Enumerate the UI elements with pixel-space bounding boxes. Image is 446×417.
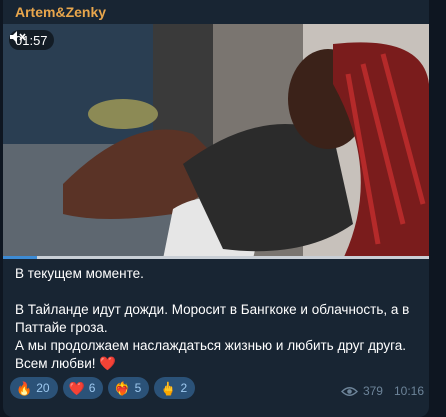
eye-icon (340, 386, 358, 396)
message-line: А мы продолжаем наслаждаться жизнью и лю… (15, 338, 406, 353)
heart-on-fire-icon: ❤️‍🔥 (114, 380, 131, 396)
reaction-count: 20 (36, 381, 50, 395)
heart-icon: ❤️ (99, 356, 117, 371)
message-time: 10:16 (393, 384, 424, 398)
reaction-finger[interactable]: 🖕 2 (154, 377, 196, 399)
video-player[interactable]: 01:57 (3, 24, 429, 259)
reaction-count: 5 (134, 381, 142, 395)
video-progress-fill (3, 256, 38, 259)
video-frame (3, 24, 429, 259)
message-line-last: Всем любви! ❤️ (15, 356, 117, 371)
reaction-heart[interactable]: ❤️ 6 (62, 377, 104, 399)
message-text: В текущем моменте. В Тайланде идут дожди… (15, 265, 420, 373)
author-name[interactable]: Artem&Zenky (15, 4, 106, 20)
fire-icon: 🔥 (16, 380, 33, 396)
reactions-bar: 🔥 20 ❤️ 6 ❤️‍🔥 5 🖕 2 (10, 377, 196, 399)
duration-badge: 01:57 (9, 30, 54, 50)
reaction-fire[interactable]: 🔥 20 (10, 377, 58, 399)
message-line: В текущем моменте. (15, 266, 144, 281)
reaction-count: 6 (88, 381, 96, 395)
video-progress-track[interactable] (3, 256, 429, 259)
view-count: 379 (362, 384, 383, 398)
heart-icon: ❤️ (68, 380, 85, 396)
finger-icon: 🖕 (160, 380, 177, 396)
mute-icon[interactable] (9, 30, 27, 44)
message-line: В Тайланде идут дожди. Моросит в Бангкок… (15, 302, 410, 335)
reaction-heart-on-fire[interactable]: ❤️‍🔥 5 (108, 377, 150, 399)
message-meta: 379 10:16 (340, 384, 424, 398)
reaction-count: 2 (180, 381, 188, 395)
